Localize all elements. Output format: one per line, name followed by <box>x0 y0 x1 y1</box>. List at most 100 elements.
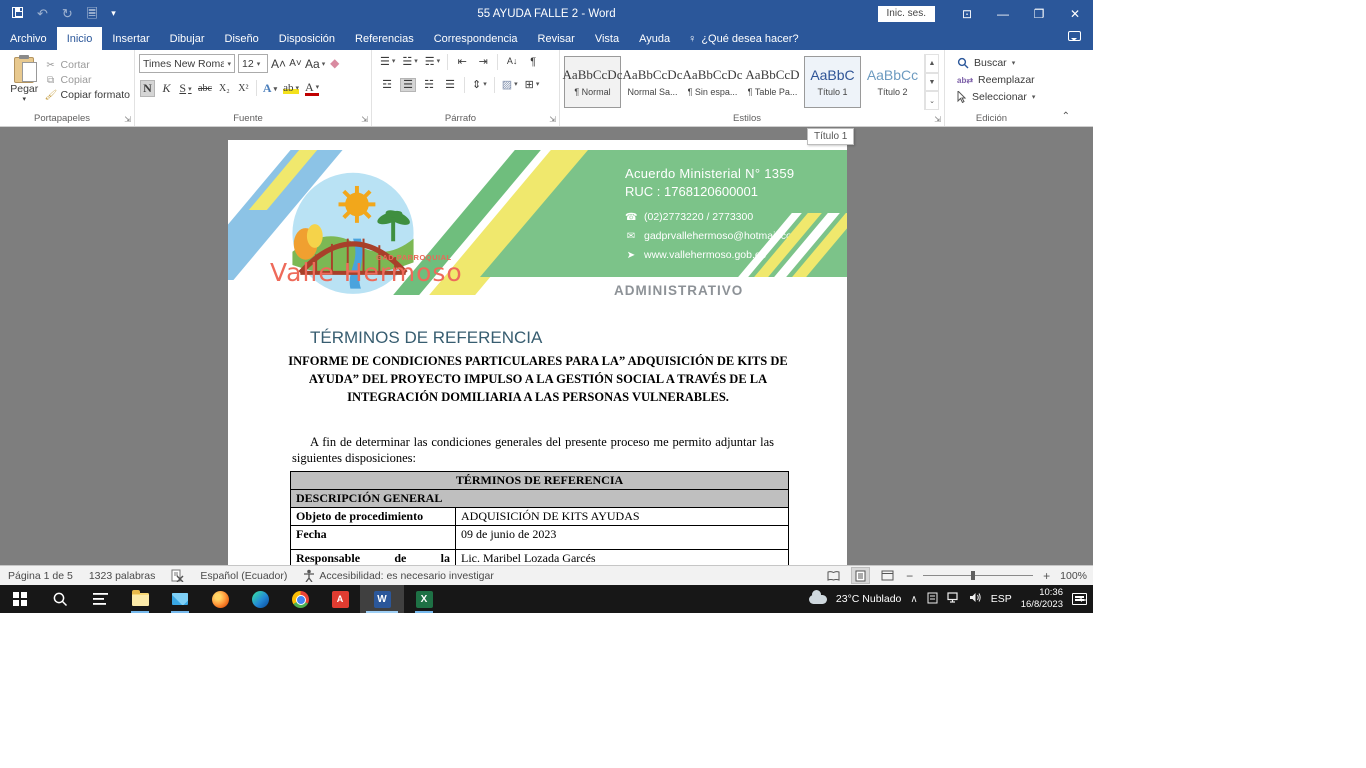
weather-icon[interactable] <box>809 595 827 604</box>
replace-button[interactable]: ab⇄ Reemplazar <box>957 74 1074 86</box>
dialog-launcher-fuente[interactable]: ⇲ <box>361 115 368 124</box>
tab-inicio[interactable]: Inicio <box>57 27 103 50</box>
comment-icon[interactable] <box>1068 31 1081 41</box>
firefox-icon[interactable] <box>200 585 240 613</box>
clock[interactable]: 10:3616/8/2023 <box>1021 587 1063 611</box>
document-canvas[interactable]: Acuerdo Ministerial N° 1359 RUC : 176812… <box>0 127 1093 565</box>
tray-document-icon[interactable] <box>927 592 938 607</box>
style-table-paragraph[interactable]: AaBbCcD¶ Table Pa... <box>744 56 801 108</box>
align-right-icon[interactable]: ☵ <box>422 79 436 91</box>
save-icon[interactable] <box>12 7 23 21</box>
zoom-out-icon[interactable]: − <box>906 569 913 583</box>
file-explorer-icon[interactable] <box>120 585 160 613</box>
accessibility-status[interactable]: Accesibilidad: es necesario investigar <box>303 569 494 582</box>
volume-icon[interactable] <box>969 592 982 606</box>
highlight-button[interactable]: ab <box>283 82 299 94</box>
decrease-indent-icon[interactable]: ⇤ <box>455 56 469 68</box>
redo-icon[interactable]: ↻ <box>62 7 73 20</box>
dialog-launcher-estilos[interactable]: ⇲ <box>934 115 941 124</box>
styles-more-icon[interactable]: ⌄ <box>925 91 939 110</box>
language-indicator[interactable]: Español (Ecuador) <box>200 570 287 582</box>
tab-diseno[interactable]: Diseño <box>215 27 269 50</box>
paste-button[interactable]: Pegar ▾ <box>4 54 45 110</box>
text-effects-button[interactable]: A <box>263 81 277 96</box>
bullets-icon[interactable]: ☰ <box>380 56 395 68</box>
read-mode-icon[interactable] <box>825 568 842 583</box>
tab-correspondencia[interactable]: Correspondencia <box>424 27 528 50</box>
notification-center-icon[interactable]: 4 <box>1072 593 1087 605</box>
taskbar-search-icon[interactable] <box>40 585 80 613</box>
proofing-icon[interactable] <box>171 569 184 582</box>
underline-button[interactable]: S <box>179 81 192 96</box>
select-button[interactable]: Seleccionar▾ <box>957 91 1074 103</box>
shading-icon[interactable]: ▨ <box>502 79 518 91</box>
edge-icon[interactable] <box>240 585 280 613</box>
tab-disposicion[interactable]: Disposición <box>269 27 345 50</box>
font-size-combo[interactable]: 12▾ <box>238 54 268 73</box>
network-icon[interactable] <box>947 592 960 606</box>
cut-button[interactable]: ✂Cortar <box>45 59 130 71</box>
dialog-launcher-parrafo[interactable]: ⇲ <box>549 115 556 124</box>
multilevel-list-icon[interactable]: ☴ <box>425 56 440 68</box>
zoom-slider-thumb[interactable] <box>971 571 975 580</box>
page-indicator[interactable]: Página 1 de 5 <box>8 570 73 582</box>
superscript-button[interactable]: X² <box>237 83 250 94</box>
weather-text[interactable]: 23°C Nublado <box>836 593 902 605</box>
tab-vista[interactable]: Vista <box>585 27 629 50</box>
tab-insertar[interactable]: Insertar <box>102 27 159 50</box>
word-taskbar-icon[interactable]: W <box>360 585 404 613</box>
line-spacing-icon[interactable]: ⇕ <box>472 79 487 91</box>
font-name-combo[interactable]: Times New Roma▾ <box>139 54 235 73</box>
tab-revisar[interactable]: Revisar <box>528 27 585 50</box>
document-page[interactable]: Acuerdo Ministerial N° 1359 RUC : 176812… <box>228 140 847 565</box>
styles-scroll-down-icon[interactable]: ▼ <box>925 73 939 92</box>
bold-button[interactable]: N <box>141 81 154 96</box>
find-button[interactable]: Buscar▾ <box>957 57 1074 69</box>
acrobat-icon[interactable]: A <box>320 585 360 613</box>
align-center-icon[interactable]: ☰ <box>401 79 415 91</box>
styles-scroll-up-icon[interactable]: ▲ <box>925 54 939 73</box>
format-painter-button[interactable]: 🖌Copiar formato <box>45 89 130 101</box>
subscript-button[interactable]: X₂ <box>218 83 231 94</box>
style-normal-sa[interactable]: AaBbCcDcNormal Sa... <box>624 56 681 108</box>
tray-chevron-icon[interactable]: ∧ <box>910 594 917 605</box>
collapse-ribbon-icon[interactable]: ⌃ <box>1062 111 1070 122</box>
print-preview-icon[interactable]: 🗏 <box>87 7 97 20</box>
tab-dibujar[interactable]: Dibujar <box>160 27 215 50</box>
zoom-slider[interactable] <box>923 575 1033 576</box>
style-normal[interactable]: AaBbCcDc¶ Normal <box>564 56 621 108</box>
close-button[interactable]: ✕ <box>1057 0 1093 27</box>
copy-button[interactable]: ⧉Copiar <box>45 74 130 86</box>
justify-icon[interactable]: ☰ <box>443 79 457 91</box>
increase-indent-icon[interactable]: ⇥ <box>476 56 490 68</box>
dialog-launcher-portapapeles[interactable]: ⇲ <box>124 115 131 124</box>
grow-font-button[interactable]: A˄ <box>271 57 286 71</box>
web-layout-icon[interactable] <box>879 568 896 583</box>
zoom-level[interactable]: 100% <box>1060 570 1087 582</box>
tab-ayuda[interactable]: Ayuda <box>629 27 680 50</box>
keyboard-language[interactable]: ESP <box>991 593 1012 605</box>
align-left-icon[interactable]: ☲ <box>380 79 394 91</box>
undo-icon[interactable]: ↶ <box>37 7 48 20</box>
customize-qat-icon[interactable]: ▾ <box>111 9 116 18</box>
change-case-button[interactable]: Aa <box>305 57 325 71</box>
sign-in-button[interactable]: Inic. ses. <box>878 6 935 22</box>
borders-icon[interactable]: ⊞ <box>525 79 540 91</box>
style-sin-espaciado[interactable]: AaBbCcDc¶ Sin espa... <box>684 56 741 108</box>
tell-me-search[interactable]: ♀ ¿Qué desea hacer? <box>680 27 806 50</box>
zoom-in-icon[interactable]: + <box>1043 569 1050 583</box>
font-color-button[interactable]: A <box>305 81 319 96</box>
clear-format-icon[interactable]: ◆ <box>328 56 341 71</box>
strikethrough-button[interactable]: abc <box>198 83 212 94</box>
tab-referencias[interactable]: Referencias <box>345 27 424 50</box>
italic-button[interactable]: K <box>160 81 173 96</box>
start-button[interactable] <box>0 585 40 613</box>
pilcrow-icon[interactable]: ¶ <box>526 56 540 68</box>
shrink-font-button[interactable]: A˅ <box>289 58 302 69</box>
task-view-icon[interactable] <box>80 585 120 613</box>
mail-app-icon[interactable] <box>160 585 200 613</box>
word-count[interactable]: 1323 palabras <box>89 570 156 582</box>
sort-icon[interactable]: A↓ <box>505 57 519 67</box>
style-titulo-2[interactable]: AaBbCcTítulo 2 <box>864 56 921 108</box>
ribbon-display-options-icon[interactable]: ⊡ <box>949 0 985 27</box>
